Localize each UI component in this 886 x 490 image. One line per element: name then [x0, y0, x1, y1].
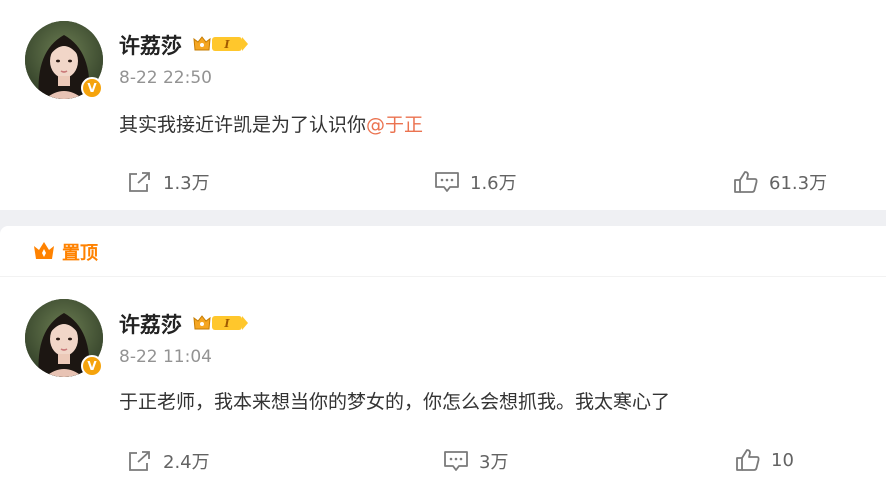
mention-link[interactable]: @于正: [366, 114, 423, 136]
post-text: 于正老师，我本来想当你的梦女的，你怎么会想抓我。我太寒心了: [119, 391, 671, 413]
pinned-label: 置顶: [62, 243, 98, 264]
comment-icon: [444, 451, 468, 471]
post-text: 其实我接近许凯是为了认识你@于正: [119, 110, 423, 137]
like-button[interactable]: 61.3万: [733, 169, 827, 195]
comment-button[interactable]: 1.6万: [434, 169, 517, 195]
crown-icon: [34, 242, 54, 259]
share-button[interactable]: 2.4万: [127, 448, 210, 474]
comment-button[interactable]: 3万: [443, 448, 508, 474]
verified-badge-icon: V: [81, 77, 103, 99]
rank-text: I: [223, 317, 230, 330]
comment-icon: [435, 172, 459, 192]
rank-badge-icon: I: [192, 313, 250, 331]
share-count: 1.3万: [163, 173, 210, 194]
thumbs-up-icon: [734, 171, 758, 193]
thumbs-up-icon: [736, 449, 760, 471]
post-body: 其实我接近许凯是为了认识你: [119, 114, 367, 136]
pinned-header: 置顶: [0, 226, 886, 277]
post-time[interactable]: 8-22 22:50: [119, 68, 212, 88]
username[interactable]: 许荔莎: [119, 309, 182, 339]
rank-text: I: [223, 38, 230, 51]
share-icon: [129, 451, 150, 471]
verified-badge-icon: V: [81, 355, 103, 377]
comment-count: 1.6万: [470, 173, 517, 194]
share-icon: [129, 172, 150, 192]
post-card-pinned: 置顶 V 许荔莎 I 8-22 11:04 于正老师，我本来想当你的梦女的，你怎…: [0, 226, 886, 490]
comment-count: 3万: [479, 452, 509, 473]
post-time[interactable]: 8-22 11:04: [119, 347, 212, 367]
like-count: 10: [771, 449, 794, 471]
username[interactable]: 许荔莎: [119, 30, 182, 60]
rank-badge-icon: I: [192, 34, 250, 52]
like-button[interactable]: 10: [735, 448, 799, 472]
post-card: V 许荔莎 I 8-22 22:50 其实我接近许凯是为了认识你@于正 1.3万…: [0, 0, 886, 210]
share-button[interactable]: 1.3万: [127, 169, 210, 195]
share-count: 2.4万: [163, 452, 210, 473]
like-count: 61.3万: [769, 173, 828, 194]
